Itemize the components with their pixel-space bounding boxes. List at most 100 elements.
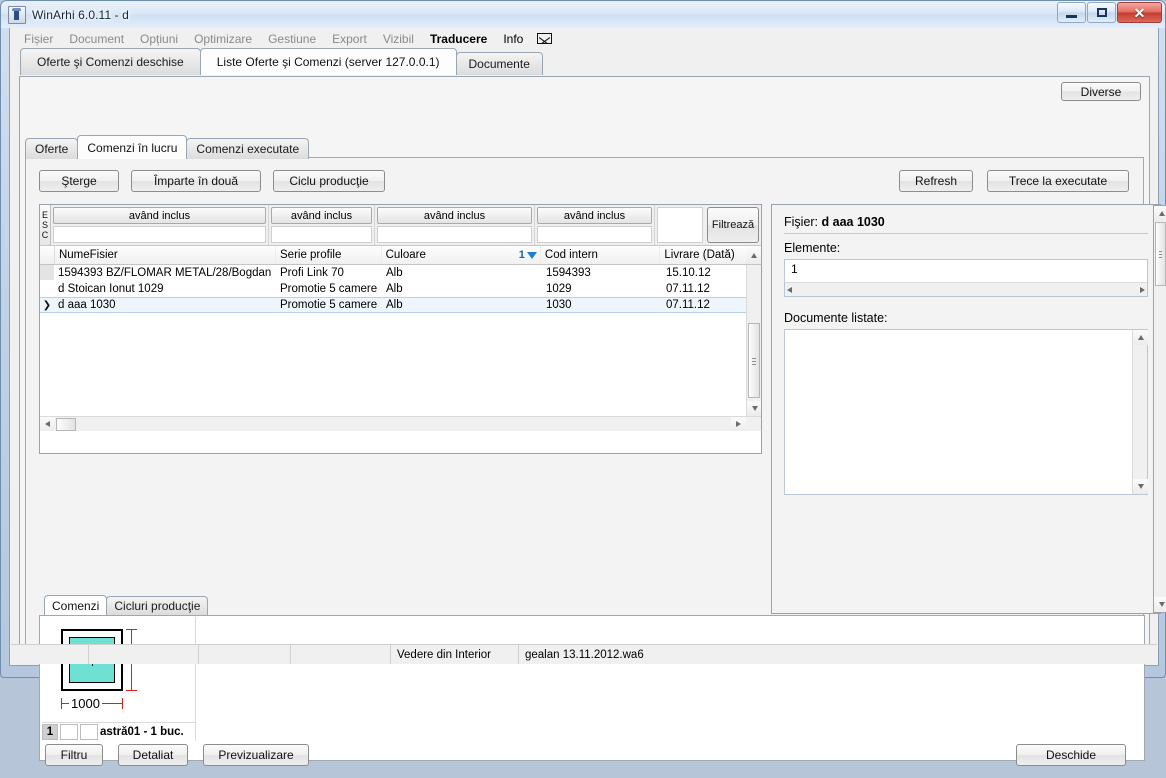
documente-listate-label: Documente listate:: [784, 311, 888, 325]
detail-scroll-up-button[interactable]: [1154, 206, 1166, 221]
tab-oferte-comenzi-deschise[interactable]: Oferte şi Comenzi deschise: [20, 48, 201, 75]
window-title: WinArhi 6.0.11 - d: [32, 7, 129, 22]
grid-hscroll-thumb[interactable]: [56, 417, 76, 431]
client-area: Fișier Document Opțiuni Optimizare Gesti…: [9, 28, 1166, 766]
documente-scroll-up-button[interactable]: [1133, 330, 1148, 345]
chevron-left-icon: [787, 286, 792, 293]
grid-scroll-left-button[interactable]: [40, 416, 55, 431]
imparte-in-doua-button[interactable]: Împarte în două: [131, 170, 261, 192]
detail-panel-scrollbar[interactable]: [1153, 205, 1166, 613]
filter-mode-4[interactable]: având inclus: [537, 207, 652, 224]
filtreaza-button[interactable]: Filtrează: [707, 207, 759, 243]
tab-documente[interactable]: Documente: [455, 52, 543, 75]
table-row[interactable]: d Stoican Ionut 1029 Promotie 5 camere A…: [40, 281, 761, 297]
grid-vertical-scrollbar[interactable]: [746, 265, 761, 416]
grid-header: NumeFisier Serie profile Culoare 1 Cod i…: [40, 246, 761, 265]
elemente-label: Elemente:: [784, 241, 841, 255]
menu-item-document[interactable]: Document: [61, 30, 132, 48]
grid-header-scroll-up[interactable]: [746, 246, 761, 264]
chevron-right-icon: [736, 421, 741, 427]
minimize-button[interactable]: [1057, 2, 1086, 23]
grid-col-culoare-label: Culoare: [385, 249, 426, 261]
grid-col-numefisier[interactable]: NumeFisier: [55, 246, 276, 264]
filter-mode-1[interactable]: având inclus: [53, 207, 266, 224]
menu-item-info[interactable]: Info: [495, 30, 531, 48]
tab-comenzi-in-lucru[interactable]: Comenzi în lucru: [77, 135, 188, 159]
menu-item-optiuni[interactable]: Opțiuni: [132, 30, 186, 48]
documente-vertical-scrollbar[interactable]: [1132, 330, 1148, 494]
grid-col-cod-intern[interactable]: Cod intern: [541, 246, 661, 264]
chevron-down-icon: [1158, 602, 1165, 607]
chevron-down-icon: [751, 406, 758, 411]
filter-mode-2[interactable]: având inclus: [271, 207, 372, 224]
diverse-button-wrap: Diverse: [1061, 82, 1141, 101]
chevron-left-icon: [45, 421, 50, 427]
menu-item-export[interactable]: Export: [324, 30, 375, 48]
chevron-up-icon: [1158, 211, 1165, 216]
row-indicator: [40, 265, 54, 280]
tab-cicluri-productie[interactable]: Cicluri producţie: [106, 596, 209, 615]
menu-bar: Fișier Document Opțiuni Optimizare Gesti…: [10, 28, 1158, 49]
filtru-button[interactable]: Filtru: [45, 744, 103, 766]
documente-listate-box[interactable]: [784, 329, 1148, 495]
filter-column-3: având inclus: [375, 205, 535, 245]
grid-scroll-down-button[interactable]: [747, 401, 761, 416]
detail-file-title: Fişier: d aaa 1030: [784, 215, 1148, 234]
detail-scroll-thumb[interactable]: [1155, 222, 1166, 286]
grid-scroll-right-button[interactable]: [731, 416, 746, 431]
sterge-button[interactable]: Şterge: [39, 170, 119, 192]
filter-input-3[interactable]: [377, 226, 532, 243]
filter-input-5[interactable]: [657, 207, 703, 243]
envelope-icon[interactable]: [537, 33, 553, 44]
menu-item-vizibil[interactable]: Vizibil: [375, 30, 422, 48]
menu-item-gestiune[interactable]: Gestiune: [260, 30, 324, 48]
detail-scroll-down-button[interactable]: [1154, 597, 1166, 612]
esc-letter-c: C: [41, 230, 49, 240]
bottom-buttons-left: Filtru Detaliat Previzualizare: [45, 744, 309, 766]
bottom-button-bar: Filtru Detaliat Previzualizare Deschide: [31, 738, 1138, 778]
grid-horizontal-scrollbar[interactable]: [40, 416, 761, 431]
cell-numefisier: d aaa 1030: [58, 299, 116, 311]
maximize-button[interactable]: [1087, 2, 1116, 23]
filter-column-5: [655, 205, 705, 245]
filter-input-4[interactable]: [537, 226, 652, 243]
grid-col-serie-profile[interactable]: Serie profile: [276, 246, 382, 264]
cell-cod-intern: 1029: [546, 282, 572, 295]
tab-oferte[interactable]: Oferte: [25, 138, 79, 159]
documente-scroll-down-button[interactable]: [1133, 479, 1148, 494]
menu-item-fisier[interactable]: Fișier: [16, 30, 61, 48]
tab-comenzi[interactable]: Comenzi: [44, 595, 108, 615]
row-indicator: ❯: [42, 299, 52, 311]
deschide-button[interactable]: Deschide: [1016, 744, 1126, 766]
elemente-hscrollbar[interactable]: [785, 282, 1147, 296]
previzualizare-button[interactable]: Previzualizare: [203, 744, 309, 766]
cell-serie-profile: Promotie 5 camere: [280, 299, 378, 311]
detaliat-button[interactable]: Detaliat: [118, 744, 188, 766]
close-button[interactable]: ✕: [1117, 2, 1162, 23]
diverse-button[interactable]: Diverse: [1061, 82, 1141, 101]
grid-col-culoare[interactable]: Culoare 1: [382, 246, 541, 264]
table-row[interactable]: ❯ d aaa 1030 Promotie 5 camere Alb 1030 …: [40, 297, 761, 313]
filter-input-2[interactable]: [271, 226, 372, 243]
list-item[interactable]: 1: [785, 260, 1147, 278]
refresh-button[interactable]: Refresh: [899, 170, 973, 192]
title-bar: WinArhi 6.0.11 - d ✕: [1, 1, 1165, 28]
preview-item-caption: astră01 - 1 buc.: [100, 725, 184, 738]
preview-item-cell[interactable]: 1000 1000 1 astră01 - 1 buc.: [41, 617, 196, 741]
grid-col-livrare-data[interactable]: Livrare (Dată): [660, 246, 746, 264]
menu-item-optimizare[interactable]: Optimizare: [186, 30, 260, 48]
elemente-listbox[interactable]: 1: [784, 259, 1148, 297]
tab-liste-oferte-comenzi[interactable]: Liste Oferte şi Comenzi (server 127.0.0.…: [199, 48, 457, 75]
outer-tab-page: Diverse Oferte Comenzi în lucru Comenzi …: [19, 76, 1166, 766]
table-row[interactable]: 1594393 BZ/FLOMAR METAL/28/Bogdan Profi …: [40, 265, 761, 281]
esc-letter-e: E: [41, 210, 48, 220]
filter-columns: având inclus având inclus având inclus a…: [51, 205, 705, 245]
tab-comenzi-executate[interactable]: Comenzi executate: [186, 138, 310, 159]
filter-input-1[interactable]: [53, 226, 266, 243]
filter-mode-3[interactable]: având inclus: [377, 207, 532, 224]
menu-item-traducere[interactable]: Traducere: [422, 30, 495, 48]
trece-la-executate-button[interactable]: Trece la executate: [987, 170, 1129, 192]
ciclu-productie-button[interactable]: Ciclu producţie: [273, 170, 385, 192]
grid-vscroll-thumb[interactable]: [748, 323, 760, 398]
status-cell-3: [199, 645, 291, 664]
